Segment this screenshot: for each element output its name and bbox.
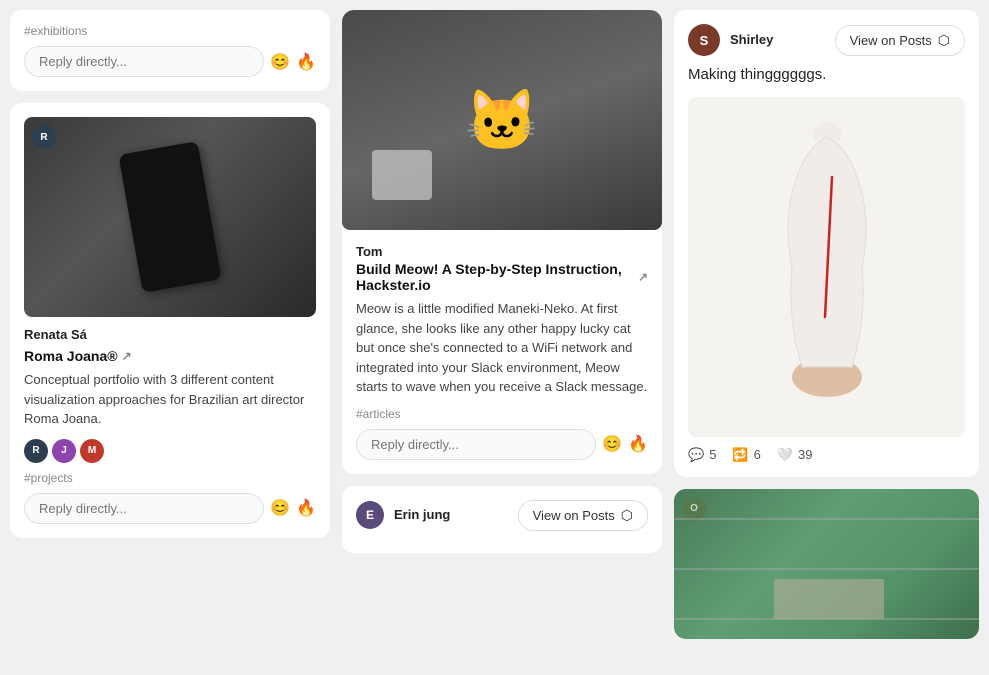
exhibitions-reply-input[interactable] [24, 46, 264, 77]
shirley-stats-row: 💬 5 🔁 6 🤍 39 [688, 447, 965, 463]
renata-emoji-button[interactable]: 😊 [270, 498, 290, 518]
avatar-1: R [24, 439, 48, 463]
erin-view-icon: ⬡ [621, 507, 633, 524]
tom-fire-button[interactable]: 🔥 [628, 434, 648, 454]
reposts-stat: 🔁 6 [732, 447, 760, 463]
renata-avatar-row: R J M [24, 439, 316, 463]
erin-card-header: E Erin jung View on Posts ⬡ [356, 500, 648, 531]
renata-username: Renata Sá [24, 327, 87, 342]
exhibitions-tag: #exhibitions [24, 24, 316, 38]
avatar-3: M [80, 439, 104, 463]
shirley-username: Shirley [730, 32, 773, 47]
tom-username: Tom [356, 244, 648, 259]
fence-svg [674, 489, 979, 639]
tom-emoji-button[interactable]: 😊 [602, 434, 622, 454]
tom-reply-input[interactable] [356, 429, 596, 460]
tom-title-arrow: ↗ [638, 270, 648, 284]
renata-fire-button[interactable]: 🔥 [296, 498, 316, 518]
like-icon: 🤍 [777, 447, 793, 463]
tom-post-title: Build Meow! A Step-by-Step Instruction, … [356, 261, 648, 293]
comments-count: 5 [709, 447, 716, 462]
left-column: #exhibitions 😊 🔥 R Renata Sá Roma Joana®… [10, 10, 330, 665]
renata-tag: #projects [24, 471, 316, 485]
phone-image-placeholder: R [24, 117, 316, 317]
renata-card: R Renata Sá Roma Joana® ↗ Conceptual por… [10, 103, 330, 538]
renata-avatar-top: R [32, 125, 56, 149]
comment-icon: 💬 [688, 447, 704, 463]
likes-count: 39 [798, 447, 812, 462]
renata-title-arrow: ↗ [122, 349, 132, 363]
vase-svg [737, 117, 917, 417]
exhibitions-card: #exhibitions 😊 🔥 [10, 10, 330, 91]
outdoor-card: O [674, 489, 979, 639]
renata-reply-input[interactable] [24, 493, 264, 524]
renata-post-body: Conceptual portfolio with 3 different co… [24, 370, 316, 429]
tom-reply-bar: 😊 🔥 [356, 429, 648, 460]
repost-icon: 🔁 [732, 447, 748, 463]
exhibitions-emoji-button[interactable]: 😊 [270, 52, 290, 72]
tom-post-body: Meow is a little modified Maneki-Neko. A… [356, 299, 648, 397]
shirley-card-header: S Shirley View on Posts ⬡ [688, 24, 965, 56]
exhibitions-fire-button[interactable]: 🔥 [296, 52, 316, 72]
right-column: S Shirley View on Posts ⬡ Making thinggg… [674, 10, 979, 665]
renata-card-image: R [24, 117, 316, 317]
cat-emoji: 🐱 [465, 85, 540, 156]
shirley-view-on-posts-label: View on Posts [850, 33, 932, 48]
tom-card: 🐱 Tom Build Meow! A Step-by-Step Instruc… [342, 10, 662, 474]
center-column: 🐱 Tom Build Meow! A Step-by-Step Instruc… [342, 10, 662, 665]
erin-view-on-posts-button[interactable]: View on Posts ⬡ [518, 500, 648, 531]
erin-username: Erin jung [394, 507, 450, 522]
avatar-2: J [52, 439, 76, 463]
erin-view-on-posts-label: View on Posts [533, 508, 615, 523]
erin-card: E Erin jung View on Posts ⬡ [342, 486, 662, 553]
renata-post-title: Roma Joana® ↗ [24, 348, 316, 364]
shirley-view-icon: ⬡ [938, 32, 950, 49]
vase-image [688, 97, 965, 437]
tom-card-content: Tom Build Meow! A Step-by-Step Instructi… [342, 230, 662, 474]
likes-stat: 🤍 39 [777, 447, 813, 463]
tom-tag: #articles [356, 407, 648, 421]
shirley-post-body: Making thinggggggs. [688, 64, 965, 87]
outdoor-image-placeholder: O [674, 489, 979, 639]
shirley-view-on-posts-button[interactable]: View on Posts ⬡ [835, 25, 965, 56]
renata-user-row: Renata Sá [24, 327, 316, 344]
shirley-avatar: S [688, 24, 720, 56]
comments-stat: 💬 5 [688, 447, 716, 463]
renata-reply-bar: 😊 🔥 [24, 493, 316, 524]
reposts-count: 6 [754, 447, 761, 462]
exhibitions-reply-bar: 😊 🔥 [24, 46, 316, 77]
erin-avatar: E [356, 501, 384, 529]
shirley-card: S Shirley View on Posts ⬡ Making thinggg… [674, 10, 979, 477]
cat-image-placeholder: 🐱 [342, 10, 662, 230]
